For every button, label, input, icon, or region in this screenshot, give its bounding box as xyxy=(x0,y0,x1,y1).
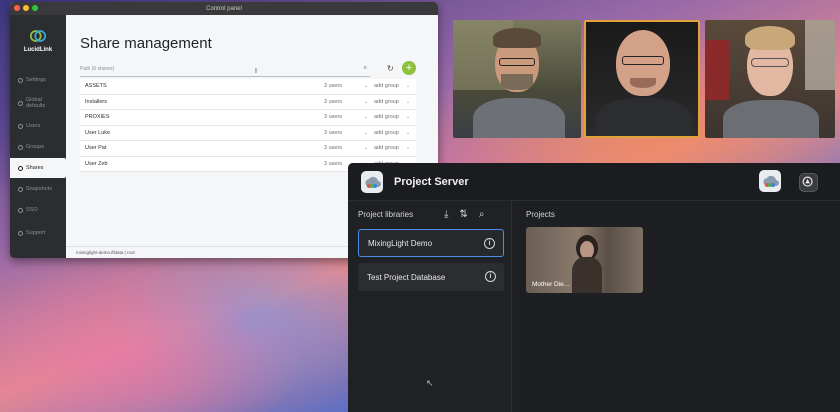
globe-icon xyxy=(18,100,23,106)
share-name: PROXIES xyxy=(85,114,110,121)
table-row[interactable]: Installers 3 users ⌄ add group ⌄ xyxy=(80,94,416,110)
sidebar: LucidLink Settings Global defaults Users… xyxy=(10,15,66,258)
logo-text: LucidLink xyxy=(23,47,53,53)
chevron-down-icon[interactable]: ⌄ xyxy=(406,83,416,89)
group-icon xyxy=(18,144,23,150)
user-icon xyxy=(18,123,23,129)
sidebar-item-snapshots[interactable]: Snapshots xyxy=(10,179,66,199)
sort-icon[interactable]: ⇅ xyxy=(459,209,467,220)
sidebar-item-label: Users xyxy=(26,123,41,129)
project-server-window: Project Server Project libraries ⤓ ⇅ ⌕ M… xyxy=(348,163,840,412)
lucidlink-logo: LucidLink xyxy=(10,27,66,53)
share-users-dropdown[interactable]: 3 users xyxy=(324,83,364,89)
search-icon[interactable]: ⌕ xyxy=(364,65,367,72)
search-icon[interactable]: ⌕ xyxy=(479,209,485,220)
page-title: Share management xyxy=(80,35,212,52)
projects-heading: Projects xyxy=(526,210,555,219)
help-icon xyxy=(18,230,23,236)
sidebar-item-users[interactable]: Users xyxy=(10,116,66,136)
chevron-down-icon[interactable]: ⌄ xyxy=(406,130,416,136)
sidebar-item-global-defaults[interactable]: Global defaults xyxy=(10,91,66,115)
share-users-dropdown[interactable]: 3 users xyxy=(324,114,364,120)
resolve-cloud-logo-icon xyxy=(361,171,383,193)
path-search-input[interactable]: Path (6 shares) ⌕ xyxy=(80,64,370,77)
video-tile-participant-1 xyxy=(453,20,581,138)
chevron-down-icon[interactable]: ⌄ xyxy=(364,99,374,105)
key-icon xyxy=(18,207,23,213)
app-title: Project Server xyxy=(394,176,469,188)
library-name: MixingLight Demo xyxy=(368,238,433,248)
path-placeholder: Path (6 shares) xyxy=(80,66,115,72)
chevron-down-icon[interactable]: ⌄ xyxy=(364,114,374,120)
account-button[interactable] xyxy=(799,173,818,192)
share-users-dropdown[interactable]: 3 users xyxy=(324,130,364,136)
chevron-down-icon[interactable]: ⌄ xyxy=(364,83,374,89)
window-title: Control panel xyxy=(206,5,242,12)
sidebar-item-settings[interactable]: Settings xyxy=(10,70,66,90)
maximize-window-button[interactable] xyxy=(32,5,38,11)
add-group-dropdown[interactable]: add group xyxy=(374,83,406,89)
text-cursor-icon: I xyxy=(255,68,257,75)
share-name: User Zeb xyxy=(85,160,108,167)
table-row[interactable]: ASSETS 3 users ⌄ add group ⌄ xyxy=(80,79,416,95)
project-name: Mother Die... xyxy=(532,281,570,288)
libraries-heading: Project libraries xyxy=(358,210,414,219)
add-group-dropdown[interactable]: add group xyxy=(374,130,406,136)
refresh-icon[interactable]: ↻ xyxy=(387,64,394,73)
close-window-button[interactable] xyxy=(14,5,20,11)
download-icon[interactable]: ⤓ xyxy=(444,209,448,220)
shares-table: ASSETS 3 users ⌄ add group ⌄ Installers … xyxy=(80,79,416,172)
table-row[interactable]: PROXIES 3 users ⌄ add group ⌄ xyxy=(80,110,416,126)
share-name: Installers xyxy=(85,98,108,105)
sidebar-item-shares[interactable]: Shares xyxy=(10,158,66,178)
projects-panel: Projects Mother Die... xyxy=(513,201,840,412)
table-row[interactable]: User Luke 3 users ⌄ add group ⌄ xyxy=(80,125,416,141)
share-name: User Pat xyxy=(85,145,107,152)
resolve-cloud-icon[interactable] xyxy=(759,170,781,192)
chevron-down-icon[interactable]: ⌄ xyxy=(406,145,416,151)
chevron-down-icon[interactable]: ⌄ xyxy=(406,99,416,105)
mouse-pointer-icon: ↖ xyxy=(426,378,434,388)
table-row[interactable]: User Pat 3 users ⌄ add group ⌄ xyxy=(80,141,416,157)
info-icon[interactable]: i xyxy=(485,271,496,282)
share-name: ASSETS xyxy=(85,83,107,90)
sidebar-item-label: Settings xyxy=(26,77,46,83)
window-titlebar: Control panel xyxy=(10,2,438,15)
video-tile-participant-2-active-speaker xyxy=(584,20,700,138)
video-tile-participant-3 xyxy=(705,20,835,138)
chevron-down-icon[interactable]: ⌄ xyxy=(406,114,416,120)
sidebar-item-label: Shares xyxy=(26,165,44,171)
library-name: Test Project Database xyxy=(367,272,446,282)
sidebar-item-label: SSO xyxy=(26,207,38,213)
sidebar-item-sso[interactable]: SSO xyxy=(10,200,66,220)
minimize-window-button[interactable] xyxy=(23,5,29,11)
add-group-dropdown[interactable]: add group xyxy=(374,114,406,120)
share-name: User Luke xyxy=(85,129,111,136)
sidebar-item-label: Global defaults xyxy=(26,96,46,110)
sidebar-item-groups[interactable]: Groups xyxy=(10,137,66,157)
sidebar-nav: Settings Global defaults Users Groups Sh… xyxy=(10,70,66,221)
sidebar-item-label: Groups xyxy=(26,144,45,150)
add-group-dropdown[interactable]: add group xyxy=(374,99,406,105)
sidebar-item-support[interactable]: Support xyxy=(10,223,66,243)
library-item-test-project-database[interactable]: Test Project Database i xyxy=(358,263,504,291)
share-users-dropdown[interactable]: 3 users xyxy=(324,145,364,151)
gear-icon xyxy=(18,77,23,83)
project-card[interactable]: Mother Die... xyxy=(526,227,643,293)
share-icon xyxy=(18,165,23,171)
camera-icon xyxy=(18,186,23,192)
library-item-mixinglight-demo[interactable]: MixingLight Demo i xyxy=(358,229,504,257)
project-server-header: Project Server xyxy=(348,163,840,201)
lucidlink-logo-icon xyxy=(29,30,47,42)
sidebar-item-label: Support xyxy=(26,230,46,236)
add-share-button[interactable]: + xyxy=(402,61,416,75)
user-profile-icon xyxy=(802,176,813,187)
sidebar-item-label: Snapshots xyxy=(26,186,52,192)
chevron-down-icon[interactable]: ⌄ xyxy=(364,130,374,136)
chevron-down-icon[interactable]: ⌄ xyxy=(364,145,374,151)
info-icon[interactable]: i xyxy=(484,238,495,249)
add-group-dropdown[interactable]: add group xyxy=(374,145,406,151)
share-users-dropdown[interactable]: 3 users xyxy=(324,99,364,105)
